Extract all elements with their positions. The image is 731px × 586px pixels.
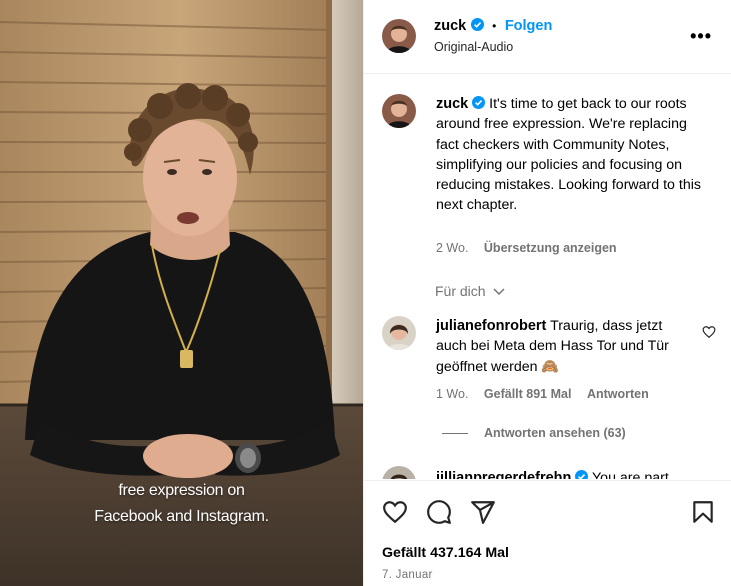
author-avatar[interactable] [382,19,416,53]
video-caption-line2: Facebook and Instagram. [94,508,269,525]
author-username[interactable]: zuck [434,18,466,34]
like-heart-icon[interactable] [382,499,408,525]
verified-badge-icon [470,18,484,31]
comment-username[interactable]: julianefonrobert [436,318,546,334]
post-panel: zuck • Folgen Original-Audio ••• zuck It… [363,0,731,586]
comment-item: jillianpregerdefrehn You are part [436,468,686,479]
header-separator: • [492,19,497,33]
post-caption: zuck It's time to get back to our roots … [436,94,706,216]
caption-meta: 2 Wo. Übersetzung anzeigen [436,241,617,255]
post-header: zuck • Folgen Original-Audio ••• [364,0,731,74]
comment-filter-label: Für dich [435,283,486,299]
avatar-image [382,94,416,128]
caption-username[interactable]: zuck [436,96,468,112]
comment-item: julianefonrobert Traurig, dass jetzt auc… [436,316,686,377]
avatar-image [382,466,416,479]
avatar-image [382,316,416,350]
replies-divider-line [442,433,468,435]
comment-likes-count[interactable]: Gefällt 891 Mal [484,387,572,401]
follow-button[interactable]: Folgen [505,18,553,34]
comment-age: 1 Wo. [436,387,469,401]
comments-scroll-area[interactable]: zuck It's time to get back to our roots … [364,74,731,479]
comment-filter-dropdown[interactable]: Für dich [435,283,505,299]
action-bar: Gefällt 437.164 Mal 7. Januar [364,480,731,586]
post-date[interactable]: 7. Januar [382,569,433,581]
view-replies-button[interactable]: Antworten ansehen (63) [442,426,626,440]
video-caption-line1: free expression on [118,482,245,499]
comment-username[interactable]: jillianpregerdefrehn [436,470,571,479]
comment-bubble-icon[interactable] [426,499,452,525]
view-replies-label: Antworten ansehen (63) [484,426,626,440]
comment-reply-button[interactable]: Antworten [587,387,649,401]
caption-age: 2 Wo. [436,241,469,255]
audio-label[interactable]: Original-Audio [434,40,513,54]
commenter-avatar[interactable] [382,316,416,350]
translate-link[interactable]: Übersetzung anzeigen [484,241,617,255]
share-send-icon[interactable] [470,499,496,525]
video-player[interactable]: free expression on Facebook and Instagra… [0,0,363,586]
chevron-down-icon [493,288,505,296]
comment-text: You are part [592,470,669,479]
comment-like-heart-icon[interactable] [702,478,716,479]
comment-like-heart-icon[interactable] [702,325,716,339]
verified-badge-icon [472,96,486,109]
caption-text: It's time to get back to our roots aroun… [436,96,701,214]
more-options-icon[interactable]: ••• [690,26,712,47]
commenter-avatar[interactable] [382,466,416,479]
post-likes-count[interactable]: Gefällt 437.164 Mal [382,545,509,561]
caption-author-avatar[interactable] [382,94,416,128]
comment-meta: 1 Wo. Gefällt 891 Mal Antworten [436,387,649,401]
avatar-image [382,19,416,53]
save-bookmark-icon[interactable] [690,499,716,525]
verified-badge-icon [575,470,589,479]
